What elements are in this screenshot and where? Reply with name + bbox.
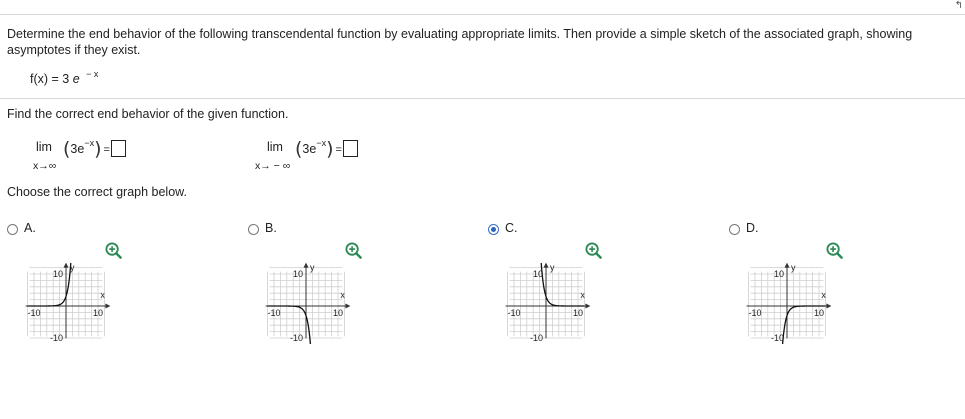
- zoom-in-icon[interactable]: [105, 242, 122, 259]
- x-tick-neg10: -10: [267, 308, 280, 318]
- lim-approach: x→ − ∞: [255, 160, 291, 172]
- lim-equals: =: [335, 144, 342, 156]
- lim-equals: =: [103, 144, 110, 156]
- option-label[interactable]: A.: [24, 221, 36, 235]
- choose-instruction: Choose the correct graph below.: [7, 185, 187, 199]
- option-graph[interactable]: y x 10 -10 -10 10: [256, 244, 356, 344]
- lim-approach: x→∞: [33, 160, 57, 172]
- top-divider: [0, 14, 965, 15]
- x-tick-10: 10: [93, 308, 103, 318]
- y-tick-10: 10: [774, 269, 784, 279]
- y-tick-neg10: -10: [290, 333, 303, 343]
- section-divider: [0, 98, 965, 99]
- option-radio-c[interactable]: [488, 224, 499, 235]
- option-radio-a[interactable]: [7, 224, 18, 235]
- lim-coef: 3e: [70, 142, 85, 156]
- y-tick-neg10: -10: [50, 333, 63, 343]
- x-tick-neg10: -10: [27, 308, 40, 318]
- x-axis-label: x: [100, 290, 105, 300]
- zoom-in-icon[interactable]: [345, 242, 362, 259]
- y-tick-neg10: -10: [771, 333, 784, 343]
- x-tick-10: 10: [573, 308, 583, 318]
- option-radio-b[interactable]: [248, 224, 259, 235]
- x-tick-10: 10: [333, 308, 343, 318]
- x-axis-label: x: [821, 290, 826, 300]
- option-radio-d[interactable]: [729, 224, 740, 235]
- function-base: e: [72, 72, 80, 86]
- x-tick-neg10: -10: [507, 308, 520, 318]
- function-definition: f(x) = 3 e − x: [30, 69, 99, 86]
- x-axis-arrow-icon: [105, 303, 111, 309]
- function-lhs: f(x) = 3: [30, 72, 70, 86]
- y-axis-label: y: [550, 263, 555, 273]
- x-tick-neg10: -10: [748, 308, 761, 318]
- option-label[interactable]: B.: [265, 221, 277, 235]
- y-tick-10: 10: [53, 269, 63, 279]
- x-axis-label: x: [580, 290, 585, 300]
- function-exponent: − x: [86, 69, 99, 79]
- zoom-in-icon[interactable]: [585, 242, 602, 259]
- option-label[interactable]: D.: [746, 221, 759, 235]
- y-axis-arrow-icon: [543, 262, 549, 268]
- corner-arrow-icon[interactable]: ↰: [955, 0, 963, 11]
- option-graph[interactable]: y x 10 -10 -10 10: [737, 244, 837, 344]
- lim-word: lim: [36, 140, 52, 154]
- lim-exponent: −x: [84, 138, 95, 148]
- find-instruction: Find the correct end behavior of the giv…: [7, 107, 289, 121]
- x-axis-label: x: [340, 290, 345, 300]
- x-axis-arrow-icon: [345, 303, 351, 309]
- y-axis-label: y: [791, 263, 796, 273]
- y-axis-arrow-icon: [784, 262, 790, 268]
- option-graph[interactable]: yx10-10-10 10: [16, 244, 116, 344]
- lim-word: lim: [267, 140, 283, 154]
- answer-box-neg-infinity[interactable]: [342, 140, 358, 157]
- lim-coef: 3e: [302, 142, 317, 156]
- y-tick-10: 10: [293, 269, 303, 279]
- y-axis-arrow-icon: [303, 262, 309, 268]
- y-axis-label: y: [310, 263, 315, 273]
- zoom-in-icon[interactable]: [826, 242, 843, 259]
- answer-box-pos-infinity[interactable]: [110, 140, 126, 157]
- x-tick-10: 10: [814, 308, 824, 318]
- y-axis-arrow-icon: [63, 262, 69, 268]
- problem-statement: Determine the end behavior of the follow…: [7, 27, 913, 57]
- option-graph[interactable]: yx10-10-10 10: [496, 244, 596, 344]
- x-axis-arrow-icon: [585, 303, 591, 309]
- y-tick-neg10: -10: [530, 333, 543, 343]
- option-label[interactable]: C.: [505, 221, 518, 235]
- lim-exponent: −x: [316, 138, 327, 148]
- x-axis-arrow-icon: [826, 303, 832, 309]
